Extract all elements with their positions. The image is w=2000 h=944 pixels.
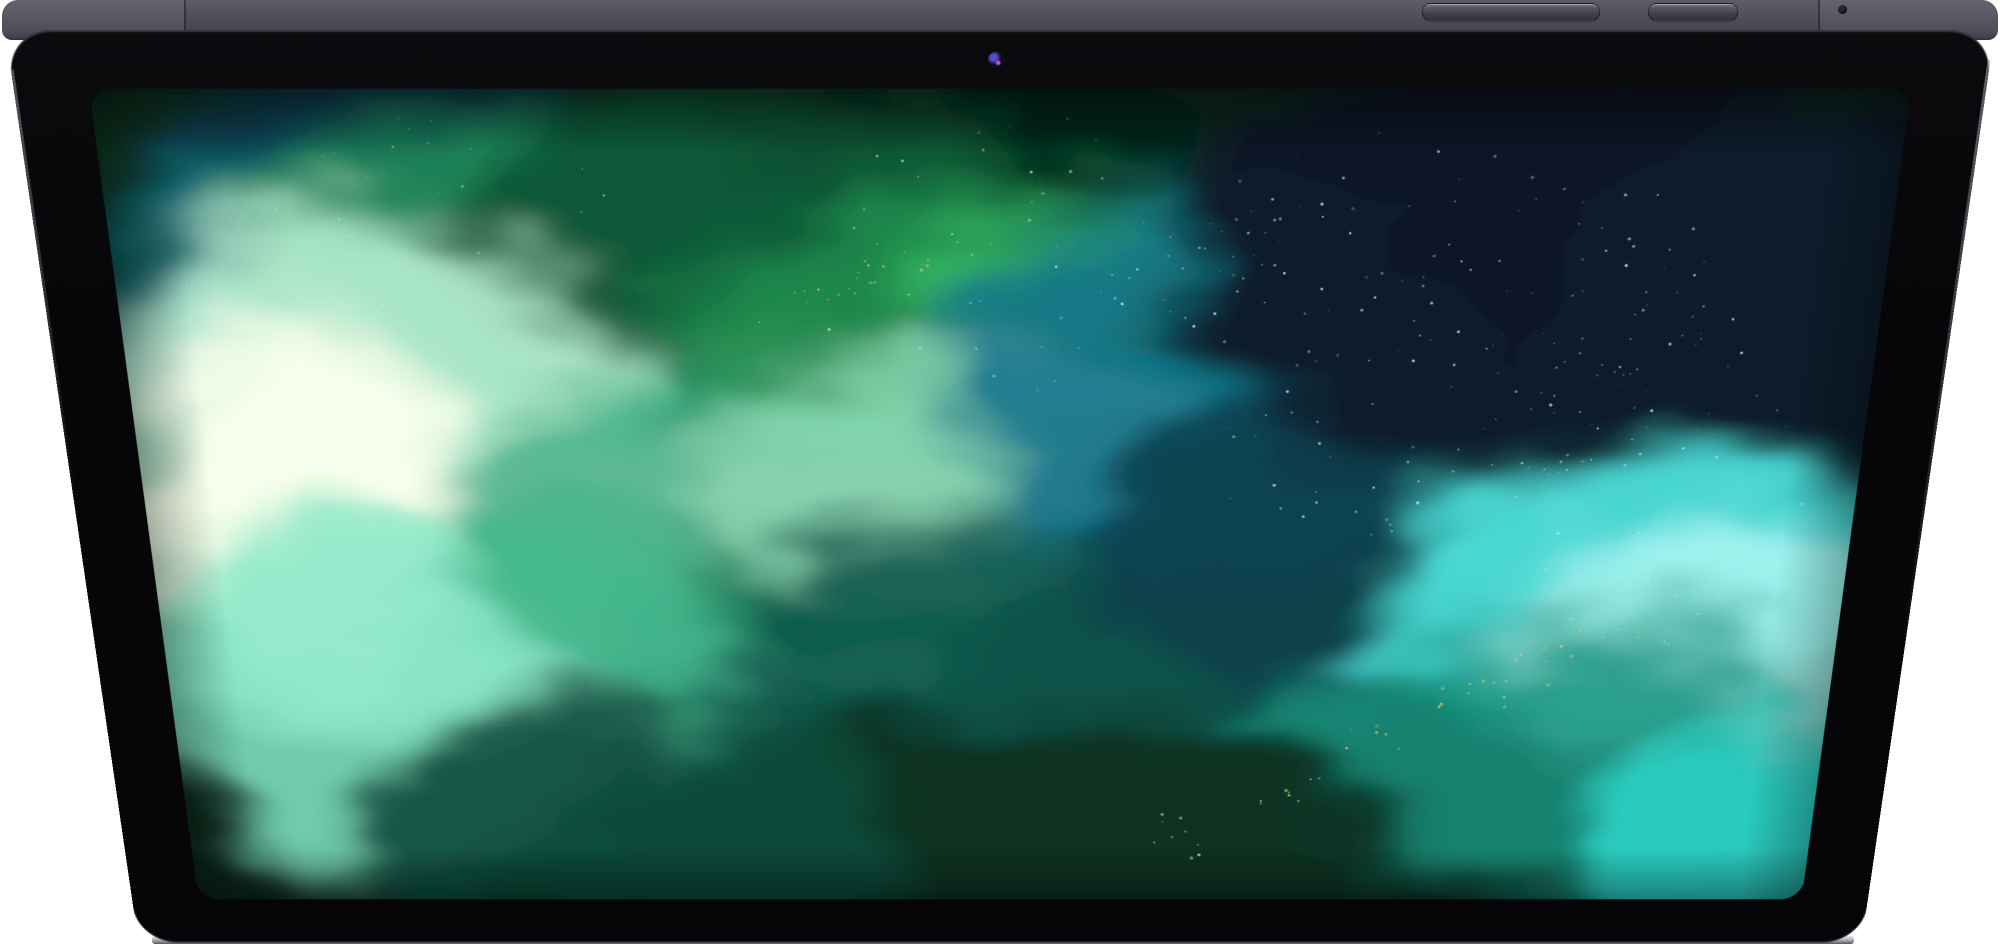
wallpaper-art <box>89 89 1911 900</box>
speckle-dot <box>977 131 980 134</box>
tablet-screen <box>89 89 1911 900</box>
left-edge-highlight <box>11 69 78 507</box>
speckle-dot <box>975 348 977 350</box>
speckle-dot <box>969 302 971 304</box>
front-camera-icon <box>988 52 1004 68</box>
speckle-dot <box>957 241 959 243</box>
speckle-dot <box>1041 346 1042 347</box>
speckle-dot <box>990 244 992 246</box>
right-edge-highlight <box>1902 59 1991 650</box>
speckle-dot <box>1042 192 1045 195</box>
speckle-dot <box>1031 202 1033 203</box>
speckle-dot <box>1054 380 1056 382</box>
speckle-dot <box>1028 219 1031 222</box>
speckle-dot <box>982 149 985 151</box>
speckle-dot <box>979 300 982 302</box>
speckle-dot <box>1056 245 1058 247</box>
speckle-dot <box>951 233 954 235</box>
speckle-dot <box>1009 126 1011 128</box>
speckle-dot <box>1067 118 1069 120</box>
microphone-hole <box>1838 5 1847 14</box>
product-photo-stage <box>0 0 2000 944</box>
speckle-dot <box>1039 181 1040 182</box>
speckle-dot <box>1036 389 1038 391</box>
speckle-dot <box>971 254 973 256</box>
volume-button <box>1422 3 1600 21</box>
speckle-dot <box>1030 171 1033 174</box>
speckle-dot <box>1055 266 1058 268</box>
power-button <box>1648 3 1738 21</box>
speckle-dot <box>1060 317 1063 320</box>
tablet-body <box>5 30 1995 942</box>
speckle-dot <box>992 375 995 378</box>
wallpaper-blob-layer <box>89 89 1911 900</box>
